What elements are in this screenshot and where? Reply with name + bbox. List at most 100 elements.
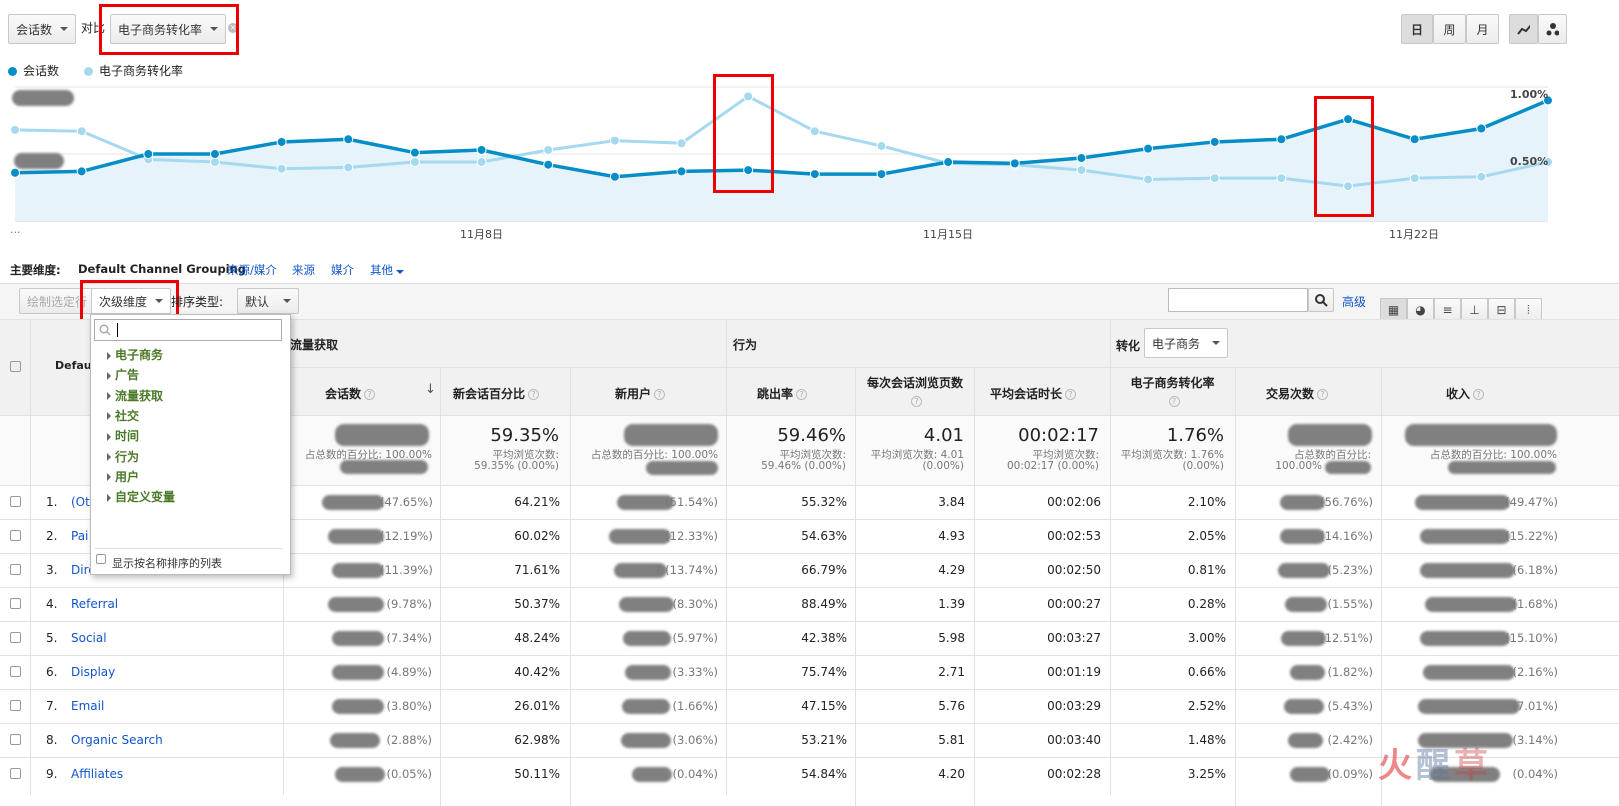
data-point[interactable] (876, 140, 887, 151)
dropdown-category[interactable]: 自定义变量 (107, 488, 175, 505)
data-point[interactable] (476, 144, 487, 155)
data-point[interactable] (1076, 165, 1087, 176)
data-point[interactable] (1009, 158, 1020, 169)
data-point[interactable] (409, 157, 420, 168)
row-checkbox[interactable] (10, 734, 21, 745)
dimension-link-medium[interactable]: 媒介 (331, 262, 354, 278)
row-checkbox[interactable] (10, 496, 21, 507)
sort-type-select[interactable]: 默认 (237, 288, 300, 314)
data-point[interactable] (10, 124, 20, 135)
data-point[interactable] (1276, 173, 1287, 184)
data-point[interactable] (76, 166, 87, 177)
data-point[interactable] (1276, 134, 1287, 145)
data-point[interactable] (1409, 134, 1420, 145)
data-point[interactable] (276, 136, 287, 147)
dropdown-category[interactable]: 广告 (107, 366, 139, 383)
data-point[interactable] (1343, 114, 1354, 125)
data-point[interactable] (743, 165, 754, 176)
data-point[interactable] (543, 144, 554, 155)
data-point[interactable] (876, 169, 887, 180)
row-channel-link[interactable]: Email (71, 699, 104, 713)
data-point[interactable] (1343, 181, 1354, 192)
data-point[interactable] (809, 169, 820, 180)
data-point[interactable] (343, 134, 354, 145)
table-search-button[interactable] (1308, 288, 1334, 312)
col-header-sessions[interactable]: 会话数? (325, 385, 376, 402)
dropdown-category[interactable]: 时间 (107, 427, 139, 444)
row-checkbox[interactable] (10, 530, 21, 541)
remove-compare-icon[interactable]: × (228, 23, 238, 33)
dropdown-category[interactable]: 流量获取 (107, 387, 163, 404)
dropdown-category[interactable]: 社交 (107, 407, 139, 424)
row-checkbox[interactable] (10, 768, 21, 779)
dropdown-category[interactable]: 行为 (107, 448, 139, 465)
data-point[interactable] (743, 91, 754, 102)
line-chart-button[interactable] (1509, 14, 1538, 44)
row-channel-link[interactable]: Referral (71, 597, 118, 611)
compare-select[interactable]: 电子商务转化率 (110, 14, 227, 44)
data-point[interactable] (409, 147, 420, 158)
help-icon[interactable]: ? (911, 396, 922, 407)
sort-desc-icon[interactable]: ↓ (425, 382, 436, 397)
data-point[interactable] (943, 157, 954, 168)
row-checkbox[interactable] (10, 632, 21, 643)
dimension-link-other[interactable]: 其他 (370, 262, 404, 278)
row-channel-link[interactable]: Pai (71, 529, 88, 543)
row-channel-link[interactable]: Display (71, 665, 115, 679)
table-search-input[interactable] (1168, 288, 1308, 312)
row-channel-link[interactable]: Organic Search (71, 733, 163, 747)
row-channel-link[interactable]: Social (71, 631, 107, 645)
dimension-link-source-medium[interactable]: 来源/媒介 (227, 262, 277, 278)
help-icon[interactable]: ? (1168, 396, 1180, 407)
data-point[interactable] (1409, 173, 1420, 184)
data-point[interactable] (1209, 136, 1220, 147)
help-icon[interactable]: ? (528, 389, 540, 400)
data-point[interactable] (209, 149, 220, 159)
data-point[interactable] (1209, 173, 1220, 184)
data-point[interactable] (143, 149, 154, 159)
dropdown-category[interactable]: 用户 (107, 468, 139, 485)
col-header-transactions[interactable]: 交易次数? (1266, 385, 1329, 402)
col-header-bounce-rate[interactable]: 跳出率? (757, 385, 808, 402)
granularity-week[interactable]: 周 (1433, 14, 1466, 44)
col-header-new-users[interactable]: 新用户? (615, 385, 666, 402)
help-icon[interactable]: ? (1317, 389, 1329, 400)
data-point[interactable] (10, 167, 20, 178)
data-point[interactable] (676, 166, 687, 177)
row-checkbox[interactable] (10, 666, 21, 677)
data-point[interactable] (609, 171, 620, 182)
row-channel-link[interactable]: (Ot (71, 495, 90, 509)
data-point[interactable] (1476, 123, 1487, 134)
data-point[interactable] (609, 135, 620, 146)
data-point[interactable] (343, 162, 354, 173)
row-checkbox[interactable] (10, 598, 21, 609)
data-point[interactable] (1143, 174, 1154, 185)
motion-chart-button[interactable] (1538, 14, 1567, 44)
row-channel-link[interactable]: Affiliates (71, 767, 123, 781)
data-point[interactable] (1076, 153, 1087, 164)
data-point[interactable] (543, 159, 554, 170)
row-checkbox[interactable] (10, 564, 21, 575)
col-header-pages-per-session[interactable]: 每次会话浏览页数? (860, 374, 970, 410)
col-header-new-sessions[interactable]: 新会话百分比? (453, 385, 540, 402)
conversion-goal-select[interactable]: 电子商务 (1144, 328, 1229, 358)
advanced-filter-link[interactable]: 高级 (1342, 293, 1366, 310)
data-point[interactable] (676, 138, 687, 149)
row-checkbox[interactable] (10, 700, 21, 711)
help-icon[interactable]: ? (364, 389, 376, 400)
data-point[interactable] (476, 157, 487, 168)
data-point[interactable] (1143, 143, 1154, 154)
dimension-link-source[interactable]: 来源 (292, 262, 315, 278)
data-point[interactable] (809, 126, 820, 137)
col-header-avg-duration[interactable]: 平均会话时长? (990, 385, 1077, 402)
granularity-day[interactable]: 日 (1401, 14, 1433, 44)
sort-by-name-checkbox[interactable] (96, 554, 106, 564)
select-all-checkbox[interactable] (10, 361, 21, 372)
dropdown-category[interactable]: 电子商务 (107, 346, 163, 363)
help-icon[interactable]: ? (1473, 389, 1485, 400)
metric-select[interactable]: 会话数 (8, 14, 77, 44)
col-header-revenue[interactable]: 收入? (1446, 385, 1485, 402)
data-point[interactable] (276, 163, 287, 174)
help-icon[interactable]: ? (654, 389, 666, 400)
granularity-month[interactable]: 月 (1466, 14, 1499, 44)
